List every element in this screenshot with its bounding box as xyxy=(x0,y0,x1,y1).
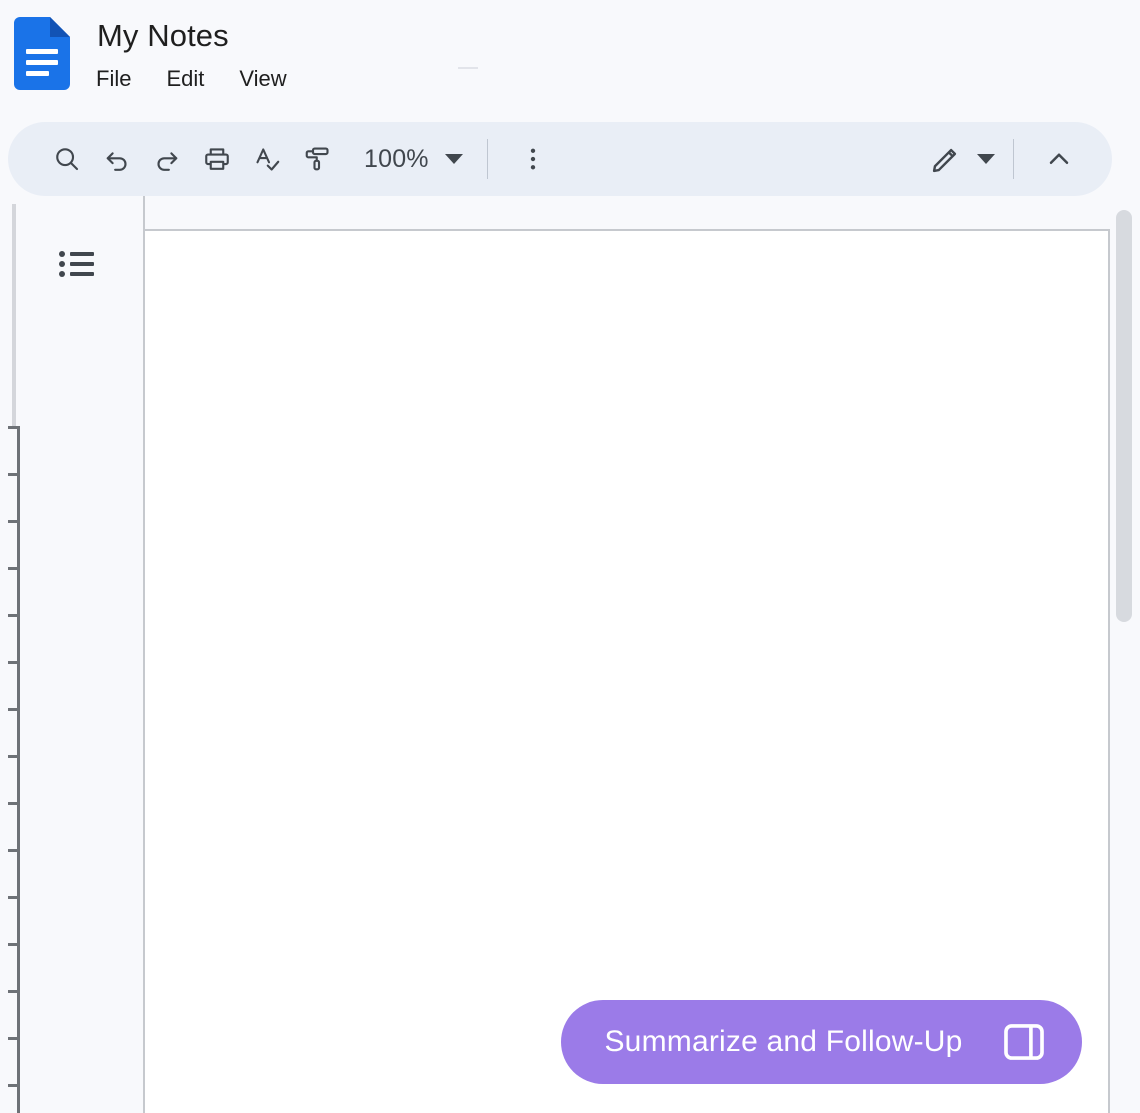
ruler-tick xyxy=(8,802,20,805)
ruler-tick-marks xyxy=(8,426,22,1113)
pencil-icon xyxy=(932,148,957,173)
ruler-tick xyxy=(8,473,20,476)
vertical-scrollbar-thumb[interactable] xyxy=(1116,210,1132,622)
collapse-toolbar-button[interactable] xyxy=(1036,136,1082,182)
paint-format-icon xyxy=(305,147,329,171)
menu-bar: File Edit View xyxy=(96,62,287,96)
print-button[interactable] xyxy=(194,136,240,182)
more-vertical-icon xyxy=(530,148,535,170)
document-canvas xyxy=(0,196,1140,1113)
zoom-control[interactable]: 100% xyxy=(356,141,469,178)
ruler-tick xyxy=(8,661,20,664)
zoom-value: 100% xyxy=(364,144,429,173)
ruler-tick xyxy=(8,943,20,946)
toolbar: 100% xyxy=(8,122,1112,196)
document-page[interactable] xyxy=(145,229,1110,1113)
menu-item-view[interactable]: View xyxy=(239,62,286,96)
undo-icon xyxy=(106,152,127,171)
google-docs-icon xyxy=(14,17,70,90)
ruler-tick xyxy=(8,426,20,429)
search-icon xyxy=(56,148,79,171)
editing-mode-control[interactable] xyxy=(929,142,995,176)
app-header: My Notes File Edit View xyxy=(0,0,1140,112)
ruler-tick xyxy=(8,1084,20,1087)
spellcheck-icon xyxy=(256,148,280,171)
ruler-margin-indicator xyxy=(12,204,16,426)
document-body-text[interactable] xyxy=(145,231,1108,1113)
ruler-tick xyxy=(8,755,20,758)
summarize-button-label: Summarize and Follow-Up xyxy=(604,1025,963,1058)
ruler-tick xyxy=(8,708,20,711)
search-button[interactable] xyxy=(44,136,90,182)
ruler-tick xyxy=(8,1037,20,1040)
undo-button[interactable] xyxy=(94,136,140,182)
ruler-tick xyxy=(8,567,20,570)
more-options-button[interactable] xyxy=(510,136,556,182)
ruler-rail xyxy=(17,426,20,1113)
vertical-scrollbar-track[interactable] xyxy=(1116,206,1132,1113)
ruler-tick xyxy=(8,896,20,899)
page-title[interactable]: My Notes xyxy=(97,17,229,55)
toolbar-divider-right xyxy=(1013,139,1014,179)
chevron-down-icon xyxy=(444,154,463,164)
side-panel-icon xyxy=(1003,1024,1044,1060)
ruler-tick xyxy=(8,520,20,523)
document-outline-button[interactable] xyxy=(55,244,99,284)
chevron-down-icon xyxy=(977,154,995,164)
summarize-and-follow-up-button[interactable]: Summarize and Follow-Up xyxy=(561,1000,1082,1084)
redo-icon xyxy=(157,152,178,171)
ruler-tick xyxy=(8,849,20,852)
print-icon xyxy=(205,148,229,170)
redo-button[interactable] xyxy=(144,136,190,182)
vertical-ruler[interactable] xyxy=(8,204,22,1113)
toolbar-divider xyxy=(486,139,488,179)
ruler-tick xyxy=(8,614,20,617)
ruler-tick xyxy=(8,990,20,993)
spellcheck-button[interactable] xyxy=(244,136,290,182)
chevron-up-icon xyxy=(1049,153,1069,164)
menu-item-file[interactable]: File xyxy=(96,62,131,96)
paint-format-button[interactable] xyxy=(294,136,340,182)
header-placeholder-line xyxy=(458,67,478,69)
document-outline-icon xyxy=(59,251,94,277)
menu-item-edit[interactable]: Edit xyxy=(166,62,204,96)
